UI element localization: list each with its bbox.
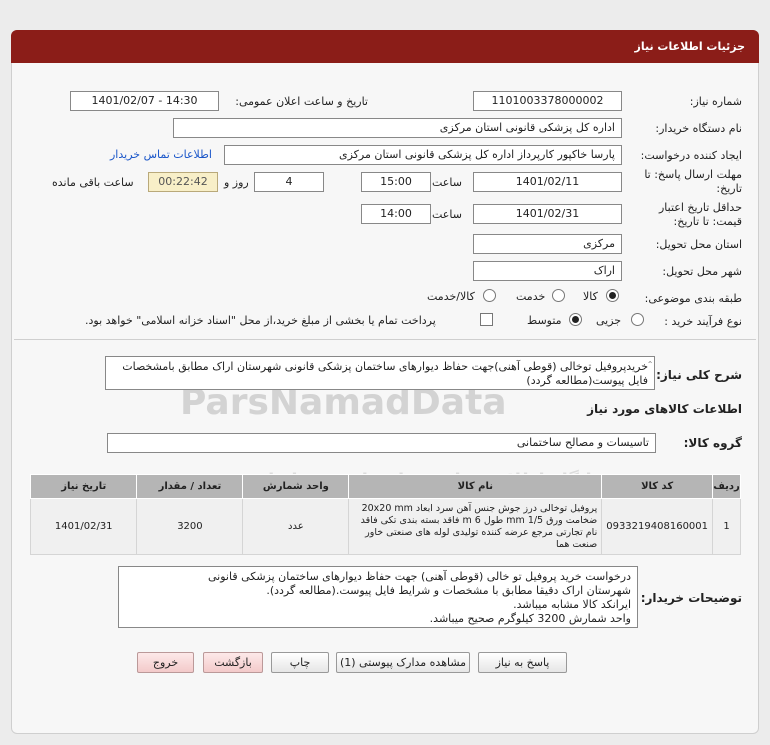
panel-header: جزئیات اطلاعات نیاز — [11, 30, 759, 63]
buyer-org-label: نام دستگاه خریدار: — [655, 122, 742, 135]
province-label: استان محل تحویل: — [655, 238, 742, 251]
cell-date: 1401/02/31 — [29, 498, 138, 555]
process-medium-radio[interactable] — [569, 313, 582, 326]
cell-unit: عدد — [242, 498, 350, 555]
remaining-label: ساعت باقی مانده — [52, 176, 134, 189]
buyer-notes-box: درخواست خرید پروفیل تو خالی (قوطی آهنی) … — [118, 566, 638, 628]
validity-time-field: 14:00 — [361, 204, 431, 224]
resize-handle-icon[interactable]: ⌃⌄ — [640, 360, 653, 369]
process-minor-label: جزیی — [596, 314, 622, 327]
category-goods-label: کالا — [583, 290, 598, 303]
buyer-org-field: اداره کل پزشکی قانونی استان مرکزی — [173, 118, 622, 138]
process-minor-radio[interactable] — [631, 313, 644, 326]
category-both-radio[interactable] — [483, 289, 496, 302]
deadline-date-field: 1401/02/11 — [473, 172, 622, 192]
exit-button[interactable]: خروج — [137, 652, 194, 673]
back-button[interactable]: بازگشت — [203, 652, 263, 673]
days-label: روز و — [224, 176, 249, 189]
treasury-payment-checkbox[interactable] — [480, 313, 493, 326]
cell-index: 1 — [712, 498, 741, 555]
validity-time-label: ساعت — [432, 208, 462, 221]
need-number-label: شماره نیاز: — [689, 95, 742, 108]
category-service-radio[interactable] — [552, 289, 565, 302]
buyer-notes-line: شهرستان اراک دقیقا مطابق با مشخصات و شرا… — [266, 584, 631, 597]
remaining-time-field: 00:22:42 — [148, 172, 218, 192]
view-attachments-button[interactable]: مشاهده مدارک پیوستی (1) — [336, 652, 470, 673]
reply-button[interactable]: پاسخ به نیاز — [478, 652, 567, 673]
print-button[interactable]: چاپ — [271, 652, 329, 673]
province-field: مرکزی — [473, 234, 622, 254]
validity-label-2: قیمت: تا تاریخ: — [673, 215, 742, 228]
announce-date-field: 1401/02/07 - 14:30 — [70, 91, 219, 111]
goods-group-field: تاسیسات و مصالح ساختمانی — [107, 433, 656, 453]
summary-label: شرح کلی نیاز: — [656, 368, 742, 382]
col-index: ردیف — [712, 474, 741, 499]
goods-table: ردیف کد کالا نام کالا واحد شمارش تعداد /… — [29, 474, 741, 555]
col-code: کد کالا — [601, 474, 714, 499]
process-label: نوع فرآیند خرید : — [664, 315, 742, 328]
buyer-notes-line: درخواست خرید پروفیل تو خالی (قوطی آهنی) … — [208, 570, 631, 583]
col-date: تاریخ نیاز — [29, 474, 138, 499]
goods-section-title: اطلاعات کالاهای مورد نیاز — [587, 402, 742, 416]
deadline-time-label: ساعت — [432, 176, 462, 189]
validity-label: حداقل تاریخ اعتبار — [658, 201, 742, 214]
cell-code: 0933219408160001 — [601, 498, 714, 555]
creator-label: ایجاد کننده درخواست: — [640, 149, 742, 162]
deadline-time-field: 15:00 — [361, 172, 431, 192]
cell-qty: 3200 — [136, 498, 244, 555]
page-title: جزئیات اطلاعات نیاز — [634, 40, 746, 53]
need-number-field: 1101003378000002 — [473, 91, 622, 111]
col-name: نام کالا — [348, 474, 603, 499]
validity-date-field: 1401/02/31 — [473, 204, 622, 224]
treasury-payment-note: پرداخت تمام یا بخشی از مبلغ خرید،از محل … — [85, 314, 436, 327]
days-field: 4 — [254, 172, 324, 192]
category-both-label: کالا/خدمت — [427, 290, 475, 303]
buyer-notes-line: ایرانکد کالا مشابه میباشد. — [513, 598, 631, 611]
buyer-notes-line: واحد شمارش 3200 کیلوگرم صحیح میباشد. — [429, 612, 631, 625]
table-row: 1 0933219408160001 پروفیل توخالی درز جوش… — [29, 498, 741, 555]
category-service-label: خدمت — [516, 290, 546, 303]
process-medium-label: متوسط — [527, 314, 562, 327]
col-qty: تعداد / مقدار — [136, 474, 244, 499]
summary-box: خریدپروفیل توخالی (قوطی آهنی)جهت حفاظ دی… — [105, 356, 655, 390]
cell-name: پروفیل توخالی درز جوش جنس آهن سرد ابعاد … — [348, 498, 603, 555]
summary-text: خریدپروفیل توخالی (قوطی آهنی)جهت حفاظ دی… — [122, 360, 648, 387]
deadline-label: مهلت ارسال پاسخ: تا — [644, 168, 742, 181]
buyer-contact-link[interactable]: اطلاعات تماس خریدار — [110, 148, 212, 161]
city-label: شهر محل تحویل: — [662, 265, 742, 278]
buyer-notes-label: توضیحات خریدار: — [640, 591, 742, 605]
goods-group-label: گروه کالا: — [683, 436, 742, 450]
col-unit: واحد شمارش — [242, 474, 350, 499]
creator-field: پارسا خاکپور کارپرداز اداره کل پزشکی قان… — [224, 145, 622, 165]
category-label: طبقه بندی موضوعی: — [644, 292, 742, 305]
city-field: اراک — [473, 261, 622, 281]
announce-date-label: تاریخ و ساعت اعلان عمومی: — [235, 95, 368, 108]
category-goods-radio[interactable] — [606, 289, 619, 302]
divider — [14, 339, 756, 340]
deadline-label-2: تاریخ: — [716, 182, 742, 195]
